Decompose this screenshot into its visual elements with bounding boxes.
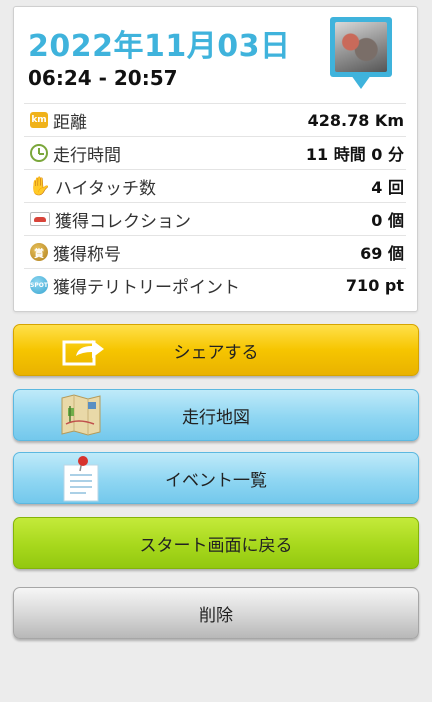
high-five-icon: ✋ (28, 175, 52, 197)
stat-label: 獲得コレクション (55, 211, 191, 232)
stat-value: 710 pt (345, 275, 404, 295)
drive-map-button-label: 走行地図 (182, 407, 250, 428)
stat-row-territory: SPOT 獲得テリトリーポイント 710 pt (24, 268, 406, 301)
delete-button-label: 削除 (199, 605, 233, 626)
stat-label: 走行時間 (53, 145, 121, 166)
drive-map-button[interactable]: 走行地図 (13, 389, 419, 441)
stat-row-distance: km 距離 428.78 Km (24, 103, 406, 136)
drive-summary-card: 2022年11月03日 06:24 - 20:57 km 距離 428.78 K… (13, 6, 418, 312)
photo-frame (330, 17, 392, 77)
stat-row-collection: 獲得コレクション 0 個 (24, 202, 406, 235)
memo-pin-icon (63, 456, 99, 502)
km-icon: km (30, 112, 48, 128)
drive-date: 2022年11月03日 (28, 29, 291, 64)
clock-icon (30, 144, 48, 162)
share-button-label: シェアする (173, 342, 259, 363)
stats-list: km 距離 428.78 Km 走行時間 11 時間 0 分 ✋ ハイタッチ数 … (24, 103, 406, 301)
stat-label: 獲得テリトリーポイント (53, 277, 240, 298)
photo-pin-thumbnail[interactable] (330, 17, 392, 91)
stat-value: 11 時間 0 分 (305, 145, 404, 164)
event-list-button-label: イベント一覧 (165, 470, 267, 491)
share-arrow-icon (62, 340, 104, 366)
stat-label: 獲得称号 (53, 244, 121, 265)
stat-row-drive-time: 走行時間 11 時間 0 分 (24, 136, 406, 169)
car-card-icon (30, 212, 50, 226)
event-list-button[interactable]: イベント一覧 (13, 452, 419, 504)
stat-row-titles: 賞 獲得称号 69 個 (24, 235, 406, 268)
stat-row-high-five: ✋ ハイタッチ数 4 回 (24, 169, 406, 202)
stat-value: 0 個 (371, 211, 404, 230)
medal-icon: 賞 (30, 243, 48, 261)
back-to-start-button-label: スタート画面に戻る (139, 535, 293, 556)
stat-value: 69 個 (360, 244, 404, 263)
stat-value: 428.78 Km (307, 110, 404, 130)
spot-icon: SPOT (30, 276, 48, 294)
pin-tip (351, 75, 371, 89)
stat-label: 距離 (53, 112, 87, 133)
drive-time-range: 06:24 - 20:57 (28, 66, 178, 90)
back-to-start-button[interactable]: スタート画面に戻る (13, 517, 419, 569)
map-icon (61, 394, 101, 436)
delete-button[interactable]: 削除 (13, 587, 419, 639)
stat-label: ハイタッチ数 (55, 178, 156, 199)
drive-photo (335, 22, 387, 72)
share-button[interactable]: シェアする (13, 324, 419, 376)
stat-value: 4 回 (371, 178, 404, 197)
